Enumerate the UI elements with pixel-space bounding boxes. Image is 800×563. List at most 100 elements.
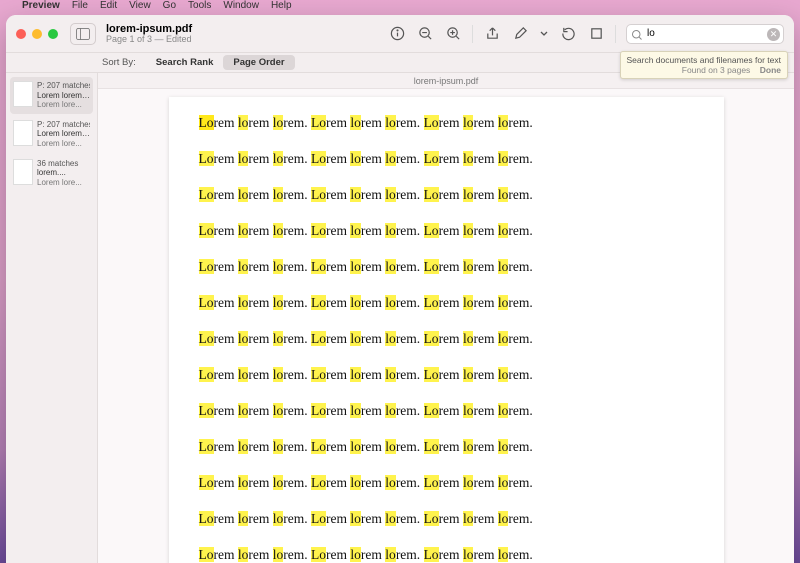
search-highlight: lo — [463, 511, 474, 526]
search-highlight: lo — [498, 475, 509, 490]
search-highlight: lo — [350, 259, 361, 274]
menubar: Preview File Edit View Go Tools Window H… — [0, 0, 800, 11]
search-icon — [631, 28, 643, 46]
info-icon[interactable] — [388, 25, 406, 43]
search-highlight: Lo — [424, 367, 439, 382]
search-highlight: lo — [350, 475, 361, 490]
search-highlight: lo — [238, 331, 249, 346]
search-highlight: Lo — [311, 295, 326, 310]
menu-go[interactable]: Go — [163, 0, 176, 11]
search-highlight: Lo — [199, 367, 214, 382]
tooltip-done[interactable]: Done — [760, 65, 781, 75]
clear-search-icon[interactable]: ✕ — [767, 28, 780, 41]
markup-icon[interactable] — [511, 25, 529, 43]
search-highlight: lo — [273, 295, 284, 310]
search-highlight: lo — [385, 403, 396, 418]
menu-app[interactable]: Preview — [22, 0, 60, 11]
search-highlight: lo — [273, 151, 284, 166]
search-highlight: Lo — [311, 475, 326, 490]
traffic-lights — [16, 29, 58, 39]
search-highlight: lo — [350, 511, 361, 526]
search-highlight: lo — [273, 115, 284, 130]
menu-window[interactable]: Window — [223, 0, 259, 11]
text-line: Lorem lorem lorem. Lorem lorem lorem. Lo… — [199, 295, 694, 311]
search-highlight: Lo — [199, 259, 214, 274]
search-highlight: lo — [238, 367, 249, 382]
search-highlight: lo — [385, 295, 396, 310]
zoom-out-icon[interactable] — [416, 25, 434, 43]
search-highlight: Lo — [424, 439, 439, 454]
search-highlight: lo — [498, 115, 509, 130]
search-result-item[interactable]: 36 matcheslorem....Lorem lore... — [10, 155, 93, 192]
tooltip-line2: Found on 3 pages — [682, 65, 751, 75]
fullscreen-button[interactable] — [48, 29, 58, 39]
search-highlight: lo — [273, 475, 284, 490]
result-match-count: P: 207 matches — [37, 120, 90, 130]
search-highlight: lo — [385, 511, 396, 526]
search-highlight: Lo — [424, 331, 439, 346]
search-result-item[interactable]: P: 207 matchesLorem lorem lorem....Lorem… — [10, 116, 93, 153]
search-highlight: lo — [273, 259, 284, 274]
titlebar: lorem-ipsum.pdf Page 1 of 3 — Edited ✕ — [6, 15, 794, 53]
search-highlight: Lo — [424, 511, 439, 526]
search-highlight: lo — [463, 187, 474, 202]
search-highlight: Lo — [311, 223, 326, 238]
search-highlight: Lo — [424, 223, 439, 238]
search-highlight: Lo — [199, 187, 214, 202]
search-highlight: lo — [350, 295, 361, 310]
search-highlight: lo — [273, 403, 284, 418]
search-highlight: lo — [385, 439, 396, 454]
sort-rank-button[interactable]: Search Rank — [146, 55, 224, 70]
search-highlight: lo — [463, 439, 474, 454]
menu-edit[interactable]: Edit — [100, 0, 117, 11]
pdf-page: Lorem lorem lorem. Lorem lorem lorem. Lo… — [169, 97, 724, 563]
menu-view[interactable]: View — [129, 0, 151, 11]
search-highlight: lo — [463, 115, 474, 130]
search-highlight: lo — [385, 115, 396, 130]
menu-help[interactable]: Help — [271, 0, 292, 11]
share-icon[interactable] — [483, 25, 501, 43]
text-line: Lorem lorem lorem. Lorem lorem lorem. Lo… — [199, 475, 694, 491]
text-line: Lorem lorem lorem. Lorem lorem lorem. Lo… — [199, 223, 694, 239]
search-highlight: lo — [238, 439, 249, 454]
search-highlight: lo — [498, 367, 509, 382]
crop-icon[interactable] — [587, 25, 605, 43]
search-highlight: Lo — [424, 151, 439, 166]
result-match-count: 36 matches — [37, 159, 82, 169]
search-highlight: Lo — [311, 115, 326, 130]
search-highlight: lo — [385, 259, 396, 274]
rotate-icon[interactable] — [559, 25, 577, 43]
search-highlight: lo — [350, 115, 361, 130]
search-highlight: lo — [350, 151, 361, 166]
search-highlight: Lo — [311, 151, 326, 166]
sort-page-order-button[interactable]: Page Order — [223, 55, 294, 70]
page-scroll-area[interactable]: Lorem lorem lorem. Lorem lorem lorem. Lo… — [98, 89, 794, 563]
search-highlight: lo — [238, 475, 249, 490]
search-input[interactable] — [647, 28, 765, 39]
zoom-in-icon[interactable] — [444, 25, 462, 43]
search-field[interactable]: ✕ — [626, 24, 784, 44]
search-highlight: lo — [385, 151, 396, 166]
search-result-item[interactable]: P: 207 matchesLorem lorem lorem....Lorem… — [10, 77, 93, 114]
search-highlight: lo — [385, 367, 396, 382]
menu-tools[interactable]: Tools — [188, 0, 211, 11]
result-snippet: Lorem lore... — [37, 139, 90, 149]
minimize-button[interactable] — [32, 29, 42, 39]
chevron-down-icon[interactable] — [539, 25, 549, 43]
search-highlight: Lo — [311, 259, 326, 274]
search-highlight: Lo — [424, 403, 439, 418]
result-match-count: P: 207 matches — [37, 81, 90, 91]
sidebar-toggle-button[interactable] — [70, 23, 96, 45]
search-highlight: lo — [238, 187, 249, 202]
search-highlight: lo — [238, 403, 249, 418]
search-highlight: Lo — [311, 367, 326, 382]
close-button[interactable] — [16, 29, 26, 39]
search-highlight: Lo — [199, 223, 214, 238]
menu-file[interactable]: File — [72, 0, 88, 11]
sort-label: Sort By: — [102, 57, 136, 68]
search-highlight: Lo — [311, 439, 326, 454]
search-highlight: lo — [273, 547, 284, 562]
search-highlight: lo — [463, 547, 474, 562]
result-snippet: Lorem lore... — [37, 178, 82, 188]
search-highlight: lo — [498, 223, 509, 238]
